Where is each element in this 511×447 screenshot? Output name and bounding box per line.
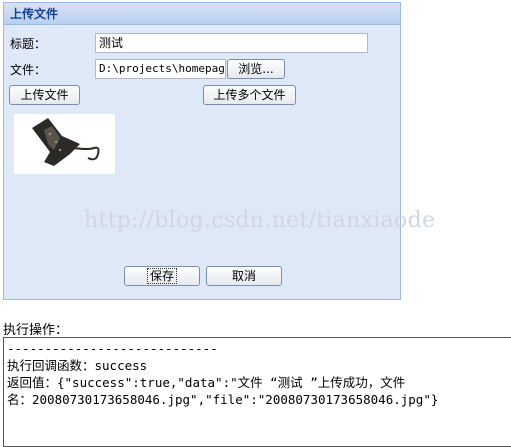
- upload-panel: 上传文件 标题： 测试 文件： D:\projects\homepage\ 浏览…: [3, 2, 401, 300]
- title-input[interactable]: 测试: [95, 33, 368, 53]
- stingray-icon: [32, 118, 100, 166]
- console-line: 名：20080730173658046.jpg","file":"2008073…: [7, 392, 439, 407]
- panel-title: 上传文件: [4, 3, 400, 25]
- upload-file-button-label: 上传文件: [20, 88, 69, 102]
- cancel-button[interactable]: 取消: [206, 266, 282, 286]
- console-line: 执行回调函数：success: [7, 358, 148, 373]
- uploaded-image-preview: [14, 114, 115, 174]
- browse-button[interactable]: 浏览...: [227, 59, 285, 79]
- console-line: 返回值：{"success":true,"data":"文件 “测试 ”上传成功…: [7, 375, 406, 390]
- save-button[interactable]: 保存: [124, 266, 200, 286]
- save-button-label: 保存: [146, 268, 177, 284]
- upload-file-button[interactable]: 上传文件: [9, 85, 80, 105]
- exec-title: 执行操作：: [3, 323, 69, 338]
- upload-multiple-button-label: 上传多个文件: [213, 88, 286, 102]
- title-label: 标题：: [10, 37, 47, 51]
- output-console[interactable]: ---------------------------- 执行回调函数：succ…: [3, 337, 511, 447]
- upload-multiple-button[interactable]: 上传多个文件: [203, 85, 296, 105]
- browse-button-label: 浏览...: [238, 62, 274, 76]
- file-label: 文件：: [10, 63, 47, 77]
- cancel-button-label: 取消: [231, 269, 256, 283]
- watermark: http://blog.csdn.net/tianxiaode: [84, 208, 436, 233]
- console-line: ----------------------------: [7, 341, 218, 356]
- file-path-input[interactable]: D:\projects\homepage\: [95, 59, 226, 79]
